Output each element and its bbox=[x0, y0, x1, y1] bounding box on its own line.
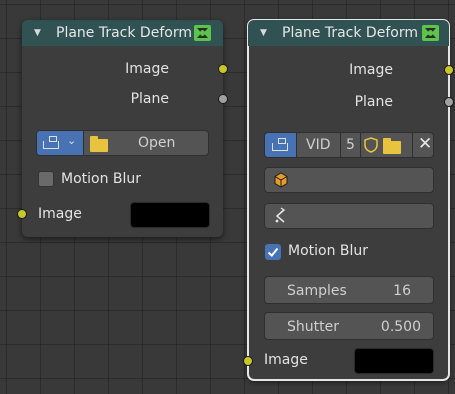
image-color-swatch[interactable] bbox=[130, 202, 210, 228]
folder-icon bbox=[90, 136, 108, 152]
collapse-arrow-icon[interactable]: ▼ bbox=[260, 20, 267, 46]
output-plane-label: Plane bbox=[354, 94, 393, 110]
open-clip-button[interactable] bbox=[380, 133, 412, 157]
object-cube-icon bbox=[273, 172, 289, 188]
plane-track-status-icon bbox=[194, 25, 211, 41]
clip-name: VID bbox=[306, 137, 331, 153]
input-image-socket[interactable] bbox=[243, 356, 253, 366]
tracking-object-field[interactable] bbox=[264, 167, 434, 193]
plane-track-field[interactable] bbox=[264, 203, 434, 229]
output-image-label: Image bbox=[125, 61, 169, 77]
clip-browse-button[interactable]: ⌄ bbox=[37, 131, 83, 155]
shutter-label: Shutter bbox=[287, 319, 339, 335]
movie-clip-selector[interactable]: ⌄ Open bbox=[36, 130, 209, 156]
unlink-clip-button[interactable]: ✕ bbox=[412, 133, 433, 157]
open-clip-button[interactable]: Open bbox=[83, 131, 208, 155]
output-plane-label: Plane bbox=[130, 91, 169, 107]
movie-clip-icon bbox=[269, 136, 291, 154]
output-image-label: Image bbox=[349, 62, 393, 78]
plane-track-deform-node-2[interactable]: ▼ Plane Track Deform Image Plane VID 5 ✕… bbox=[243, 19, 454, 381]
open-label: Open bbox=[138, 135, 176, 151]
movie-clip-icon bbox=[40, 134, 62, 152]
input-image-label: Image bbox=[264, 352, 308, 368]
collapse-arrow-icon[interactable]: ▼ bbox=[34, 20, 41, 46]
chevron-down-icon: ⌄ bbox=[67, 134, 77, 147]
clip-browse-button[interactable] bbox=[265, 133, 296, 157]
output-plane-socket[interactable] bbox=[444, 97, 454, 107]
motion-blur-checkbox[interactable] bbox=[265, 244, 281, 260]
input-image-socket[interactable] bbox=[17, 209, 27, 219]
fake-user-button[interactable] bbox=[360, 133, 380, 157]
node-header[interactable]: ▼ Plane Track Deform bbox=[22, 20, 223, 46]
output-image-socket[interactable] bbox=[444, 65, 454, 75]
samples-value: 16 bbox=[393, 283, 411, 299]
plane-track-status-icon bbox=[422, 25, 439, 41]
clip-name-field[interactable]: VID bbox=[296, 133, 340, 157]
plane-track-deform-node-1[interactable]: ▼ Plane Track Deform Image Plane ⌄ Open … bbox=[17, 20, 228, 237]
plane-track-icon bbox=[272, 206, 290, 226]
user-count: 5 bbox=[346, 137, 355, 153]
node-title: Plane Track Deform bbox=[282, 25, 418, 41]
checkmark-icon bbox=[267, 247, 279, 257]
node-header[interactable]: ▼ Plane Track Deform bbox=[248, 20, 449, 46]
input-image-label: Image bbox=[38, 206, 82, 222]
motion-blur-label[interactable]: Motion Blur bbox=[61, 171, 141, 187]
close-icon: ✕ bbox=[418, 134, 433, 154]
shutter-value: 0.500 bbox=[380, 319, 421, 335]
motion-blur-label[interactable]: Motion Blur bbox=[288, 243, 368, 259]
node-title: Plane Track Deform bbox=[56, 25, 192, 41]
image-color-swatch[interactable] bbox=[354, 348, 434, 374]
user-count-button[interactable]: 5 bbox=[340, 133, 360, 157]
movie-clip-selector[interactable]: VID 5 ✕ bbox=[264, 132, 434, 158]
samples-field[interactable]: Samples 16 bbox=[264, 276, 434, 304]
shield-icon bbox=[364, 137, 378, 153]
output-plane-socket[interactable] bbox=[218, 94, 228, 104]
shutter-field[interactable]: Shutter 0.500 bbox=[264, 312, 434, 340]
folder-icon bbox=[383, 138, 401, 154]
samples-label: Samples bbox=[287, 283, 347, 299]
motion-blur-checkbox[interactable] bbox=[38, 171, 54, 187]
output-image-socket[interactable] bbox=[218, 64, 228, 74]
node-editor-canvas[interactable]: ▼ Plane Track Deform Image Plane ⌄ Open … bbox=[0, 0, 455, 394]
